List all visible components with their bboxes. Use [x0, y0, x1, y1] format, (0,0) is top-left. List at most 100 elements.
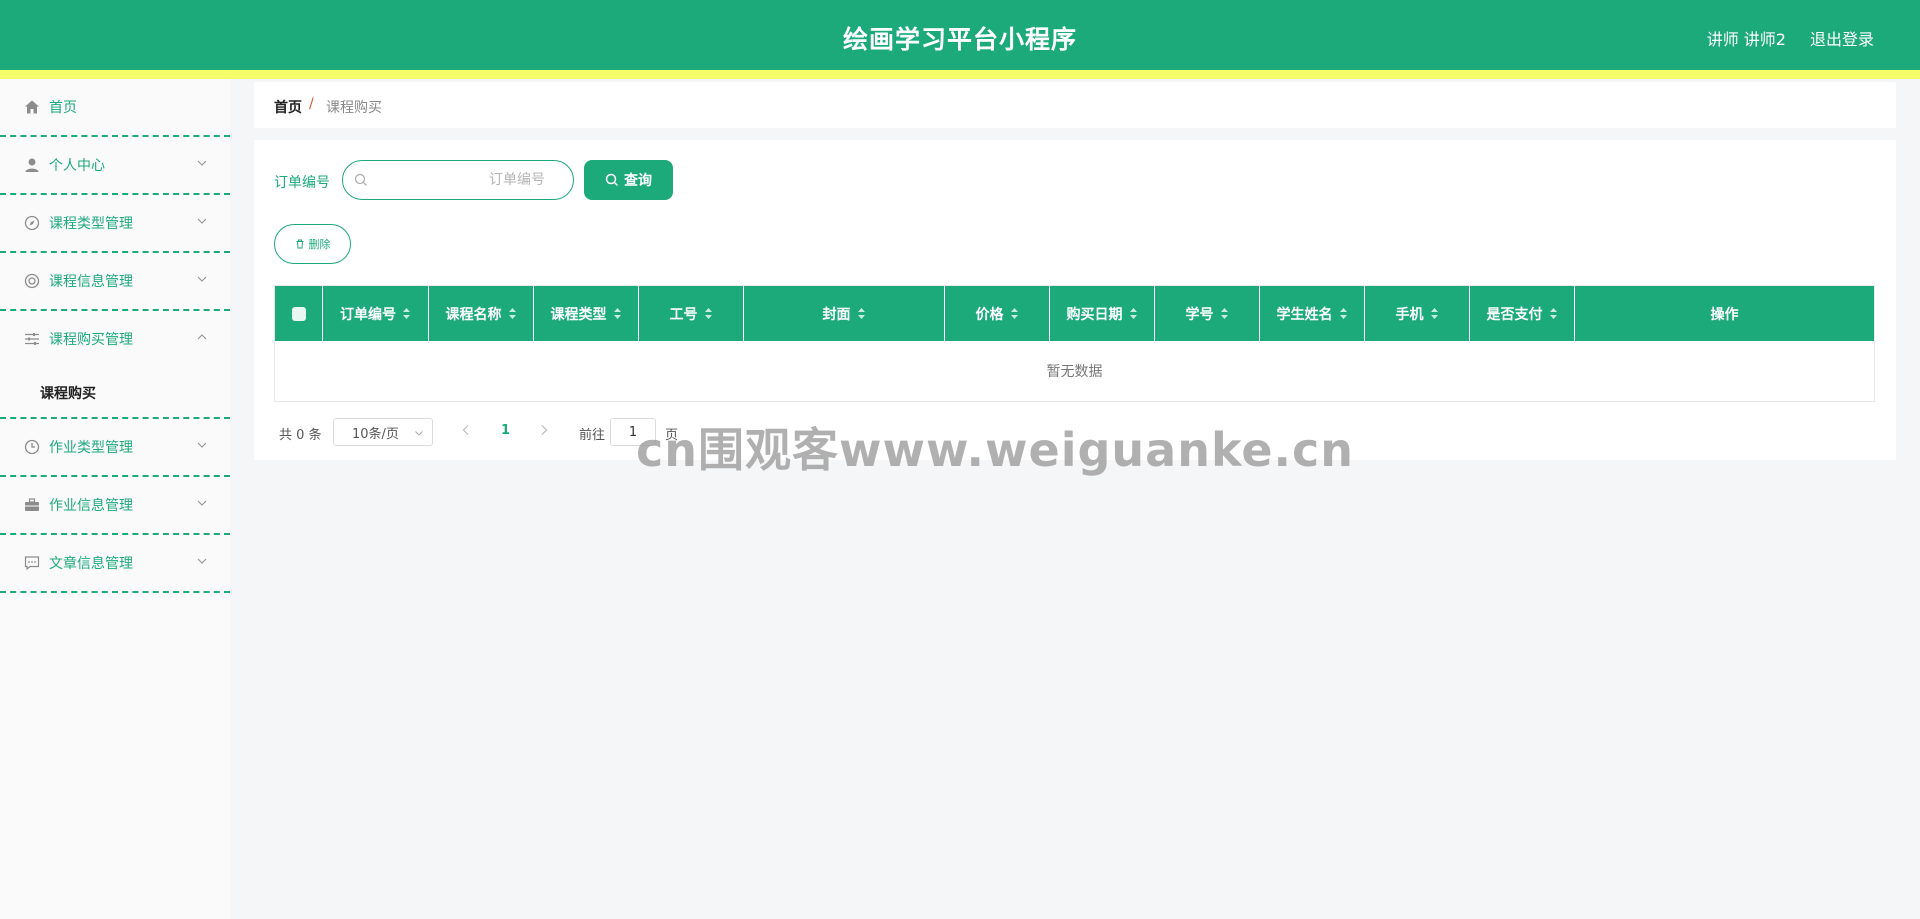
- prev-page-icon[interactable]: [459, 423, 473, 437]
- trash-icon: [296, 239, 303, 249]
- sidebar-item-course-type[interactable]: 课程类型管理: [0, 195, 230, 253]
- column-header-phone[interactable]: 手机: [1365, 286, 1470, 341]
- column-header-actions: 操作: [1575, 286, 1874, 341]
- sidebar-item-label: 作业类型管理: [49, 440, 133, 456]
- main-content: 订单编号 查询 删除 订单编号 课程名称 课程类型: [254, 140, 1896, 460]
- sidebar-item-article-info[interactable]: 文章信息管理: [0, 535, 230, 593]
- sort-icon: [613, 308, 621, 319]
- delete-button-label: 删除: [308, 238, 331, 251]
- breadcrumb-separator: /: [309, 96, 314, 112]
- chat-icon: [24, 556, 40, 571]
- logout-button[interactable]: 退出登录: [1810, 26, 1874, 50]
- column-label: 操作: [1710, 306, 1739, 323]
- column-header-student-name[interactable]: 学生姓名: [1260, 286, 1365, 341]
- column-header-purchase-date[interactable]: 购买日期: [1050, 286, 1155, 341]
- chevron-down-icon: [197, 442, 207, 448]
- column-header-student-id[interactable]: 学号: [1155, 286, 1260, 341]
- column-label: 学号: [1185, 306, 1214, 323]
- page-size-select[interactable]: 10条/页: [333, 418, 433, 446]
- table-empty-text: 暂无数据: [1046, 364, 1103, 380]
- next-page-icon[interactable]: [537, 423, 551, 437]
- sliders-icon: [25, 333, 39, 345]
- app-title: 绘画学习平台小程序: [842, 25, 1077, 54]
- column-label: 订单编号: [340, 306, 396, 323]
- search-icon: [354, 173, 367, 186]
- sidebar-item-label: 课程类型管理: [49, 216, 133, 232]
- chevron-down-icon: [197, 276, 207, 282]
- column-label: 价格: [975, 306, 1004, 323]
- sidebar-item-label: 作业信息管理: [49, 498, 133, 514]
- delete-button[interactable]: 删除: [274, 224, 351, 264]
- sidebar-item-label: 首页: [49, 100, 77, 116]
- column-label: 课程名称: [445, 306, 502, 323]
- query-button-label: 查询: [624, 173, 652, 189]
- order-number-input[interactable]: [373, 169, 563, 191]
- query-button[interactable]: 查询: [584, 160, 673, 200]
- sidebar-subitem-course-purchase[interactable]: 课程购买: [40, 383, 96, 403]
- sidebar-item-label: 个人中心: [49, 158, 105, 174]
- search-icon: [605, 173, 619, 187]
- sort-icon: [1129, 308, 1137, 319]
- sort-icon: [1339, 308, 1347, 319]
- pagination-total: 共 0 条: [279, 428, 322, 443]
- sidebar-item-homework-info[interactable]: 作业信息管理: [0, 477, 230, 535]
- column-label: 手机: [1395, 306, 1424, 323]
- current-user: 讲师 讲师2: [1706, 30, 1786, 49]
- breadcrumb: 首页 / 课程购买: [254, 82, 1896, 128]
- submenu-course-purchase: 课程购买: [0, 369, 230, 419]
- column-header-paid[interactable]: 是否支付: [1470, 286, 1575, 341]
- column-label: 学生姓名: [1276, 306, 1333, 323]
- chevron-up-icon: [197, 334, 207, 340]
- select-all-cell: [275, 286, 323, 341]
- column-header-course-type[interactable]: 课程类型: [534, 286, 639, 341]
- sidebar-item-label: 课程购买管理: [49, 332, 133, 348]
- column-label: 是否支付: [1486, 306, 1543, 323]
- sort-icon: [1430, 308, 1438, 319]
- sort-icon: [1549, 308, 1557, 319]
- user-icon: [25, 158, 39, 172]
- column-label: 工号: [669, 306, 698, 323]
- sidebar-item-homework-type[interactable]: 作业类型管理: [0, 419, 230, 477]
- column-header-course-name[interactable]: 课程名称: [429, 286, 534, 341]
- search-box: [342, 160, 574, 200]
- purchase-table: 订单编号 课程名称 课程类型 工号 封面 价格 购买日期 学号 学生姓名 手机 …: [274, 285, 1875, 402]
- sort-icon: [1010, 308, 1018, 319]
- briefcase-icon: [25, 498, 39, 511]
- page-number-current[interactable]: 1: [501, 423, 510, 438]
- chevron-down-icon: [197, 500, 207, 506]
- sort-icon: [403, 308, 410, 319]
- chevron-down-icon: [197, 160, 207, 166]
- search-label: 订单编号: [274, 175, 330, 191]
- page-size-value: 10条/页: [352, 426, 399, 442]
- header-accent-strip: [0, 70, 1920, 79]
- column-header-cover[interactable]: 封面: [744, 286, 945, 341]
- clock-icon: [24, 439, 40, 455]
- breadcrumb-current: 课程购买: [326, 100, 382, 116]
- lifebuoy-icon: [24, 273, 40, 289]
- sidebar-item-course-purchase[interactable]: 课程购买管理: [0, 311, 230, 369]
- column-header-staff-id[interactable]: 工号: [639, 286, 744, 341]
- column-header-price[interactable]: 价格: [945, 286, 1050, 341]
- chevron-down-icon: [197, 558, 207, 564]
- compass-icon: [24, 215, 40, 231]
- watermark: cn围观客www.weiguanke.cn: [636, 423, 1355, 477]
- breadcrumb-home[interactable]: 首页: [274, 97, 302, 117]
- column-label: 课程类型: [550, 306, 607, 323]
- select-all-checkbox[interactable]: [291, 306, 306, 321]
- column-header-order-number[interactable]: 订单编号: [323, 286, 429, 341]
- sort-icon: [508, 308, 516, 319]
- sidebar: 首页 个人中心 课程类型管理 课程信息管理 课程购买管理 课程购买 作业类型管理…: [0, 79, 230, 919]
- sidebar-item-home[interactable]: 首页: [0, 79, 230, 137]
- home-icon: [25, 100, 39, 114]
- sort-icon: [857, 308, 865, 319]
- chevron-down-icon: [415, 431, 423, 436]
- sort-icon: [1220, 308, 1228, 319]
- goto-label: 前往: [579, 428, 606, 443]
- top-header: 绘画学习平台小程序 讲师 讲师2 退出登录: [0, 0, 1920, 70]
- sidebar-item-course-info[interactable]: 课程信息管理: [0, 253, 230, 311]
- column-label: 封面: [822, 306, 851, 323]
- sidebar-item-label: 文章信息管理: [49, 556, 133, 572]
- table-header: 订单编号 课程名称 课程类型 工号 封面 价格 购买日期 学号 学生姓名 手机 …: [275, 286, 1874, 341]
- column-label: 购买日期: [1066, 306, 1123, 323]
- sidebar-item-personal-center[interactable]: 个人中心: [0, 137, 230, 195]
